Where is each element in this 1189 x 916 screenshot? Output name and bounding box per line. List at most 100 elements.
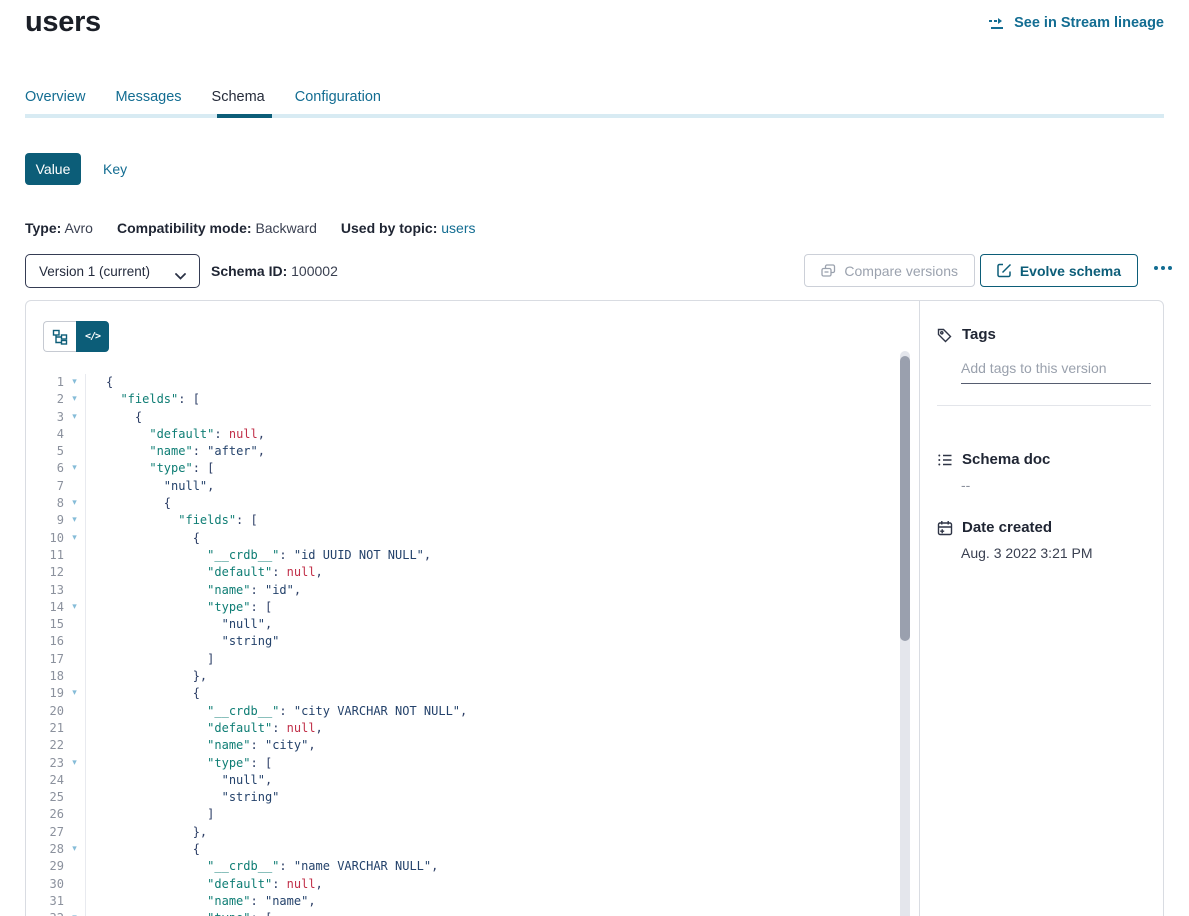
- code-line: 32▾ "type": [: [26, 910, 873, 916]
- line-number: 5: [26, 443, 64, 460]
- value-toggle-button[interactable]: Value: [25, 153, 81, 185]
- topic-link[interactable]: users: [441, 220, 475, 236]
- line-number: 18: [26, 668, 64, 685]
- editor-view-toggle: </>: [43, 321, 109, 352]
- code-text: "default": null,: [85, 564, 873, 581]
- line-number: 27: [26, 824, 64, 841]
- code-line: 19▾ {: [26, 685, 873, 702]
- fold-toggle-icon[interactable]: ▾: [64, 755, 85, 772]
- line-number: 13: [26, 582, 64, 599]
- fold-toggle-icon: [64, 789, 85, 806]
- code-text: ]: [85, 806, 873, 823]
- line-number: 20: [26, 703, 64, 720]
- date-created-value: Aug. 3 2022 3:21 PM: [961, 545, 1093, 561]
- line-number: 8: [26, 495, 64, 512]
- list-icon: [937, 452, 953, 468]
- schema-doc-value: --: [961, 477, 970, 493]
- editor-scrollbar-track[interactable]: [900, 351, 910, 916]
- used-by-topic-meta: Used by topic: users: [341, 220, 476, 236]
- code-line: 14▾ "type": [: [26, 599, 873, 616]
- code-text: {: [85, 495, 873, 512]
- tab-schema[interactable]: Schema: [212, 89, 265, 111]
- line-number: 22: [26, 737, 64, 754]
- code-line: 21 "default": null,: [26, 720, 873, 737]
- code-line: 6▾ "type": [: [26, 460, 873, 477]
- version-select[interactable]: Version 1 (current): [25, 254, 200, 288]
- code-text: "name": "city",: [85, 737, 873, 754]
- code-line: 20 "__crdb__": "city VARCHAR NOT NULL",: [26, 703, 873, 720]
- code-text: "type": [: [85, 755, 873, 772]
- fold-toggle-icon[interactable]: ▾: [64, 374, 85, 391]
- code-text: "default": null,: [85, 876, 873, 893]
- code-text: "default": null,: [85, 720, 873, 737]
- fold-toggle-icon[interactable]: ▾: [64, 409, 85, 426]
- line-number: 14: [26, 599, 64, 616]
- line-number: 15: [26, 616, 64, 633]
- line-number: 1: [26, 374, 64, 391]
- tab-configuration[interactable]: Configuration: [295, 89, 381, 111]
- fold-toggle-icon[interactable]: ▾: [64, 391, 85, 408]
- tags-section-header: Tags: [937, 326, 996, 343]
- see-in-stream-lineage-link[interactable]: See in Stream lineage: [988, 15, 1164, 31]
- add-tags-input[interactable]: [961, 356, 1151, 384]
- line-number: 3: [26, 409, 64, 426]
- code-text: "null",: [85, 772, 873, 789]
- schema-doc-section-header: Schema doc: [937, 451, 1050, 468]
- code-text: "null",: [85, 478, 873, 495]
- more-options-button[interactable]: [1154, 262, 1172, 274]
- fold-toggle-icon[interactable]: ▾: [64, 599, 85, 616]
- code-line: 5 "name": "after",: [26, 443, 873, 460]
- code-text: "default": null,: [85, 426, 873, 443]
- tab-bar: Overview Messages Schema Configuration: [25, 89, 381, 111]
- code-text: {: [85, 409, 873, 426]
- code-line: 27 },: [26, 824, 873, 841]
- line-number: 31: [26, 893, 64, 910]
- code-text: "string": [85, 633, 873, 650]
- fold-toggle-icon[interactable]: ▾: [64, 495, 85, 512]
- fold-toggle-icon: [64, 547, 85, 564]
- tab-overview[interactable]: Overview: [25, 89, 85, 111]
- sidebar-divider: [937, 405, 1151, 406]
- code-line: 15 "null",: [26, 616, 873, 633]
- fold-toggle-icon: [64, 824, 85, 841]
- code-line: 8▾ {: [26, 495, 873, 512]
- line-number: 25: [26, 789, 64, 806]
- code-view-button[interactable]: </>: [76, 321, 109, 352]
- key-toggle-button[interactable]: Key: [103, 161, 127, 177]
- line-number: 21: [26, 720, 64, 737]
- schema-id: Schema ID: 100002: [211, 263, 338, 279]
- fold-toggle-icon[interactable]: ▾: [64, 530, 85, 547]
- evolve-schema-button[interactable]: Evolve schema: [980, 254, 1138, 287]
- chevron-down-icon: [175, 268, 186, 275]
- fold-toggle-icon: [64, 737, 85, 754]
- tree-view-button[interactable]: [43, 321, 76, 352]
- code-text: "name": "after",: [85, 443, 873, 460]
- calendar-icon: [937, 520, 953, 536]
- line-number: 4: [26, 426, 64, 443]
- fold-toggle-icon[interactable]: ▾: [64, 841, 85, 858]
- code-text: "fields": [: [85, 391, 873, 408]
- tab-messages[interactable]: Messages: [115, 89, 181, 111]
- compatibility-meta: Compatibility mode: Backward: [117, 220, 317, 236]
- fold-toggle-icon[interactable]: ▾: [64, 910, 85, 916]
- compare-versions-button[interactable]: Compare versions: [804, 254, 975, 287]
- fold-toggle-icon[interactable]: ▾: [64, 460, 85, 477]
- code-text: "__crdb__": "city VARCHAR NOT NULL",: [85, 703, 873, 720]
- code-text: "type": [: [85, 599, 873, 616]
- line-number: 2: [26, 391, 64, 408]
- code-line: 1▾{: [26, 374, 873, 391]
- code-text: "fields": [: [85, 512, 873, 529]
- fold-toggle-icon: [64, 478, 85, 495]
- code-text: "type": [: [85, 460, 873, 477]
- fold-toggle-icon: [64, 720, 85, 737]
- code-text: "name": "name",: [85, 893, 873, 910]
- code-text: ]: [85, 651, 873, 668]
- code-line: 13 "name": "id",: [26, 582, 873, 599]
- fold-toggle-icon[interactable]: ▾: [64, 512, 85, 529]
- editor-scrollbar-thumb[interactable]: [900, 356, 910, 641]
- fold-toggle-icon[interactable]: ▾: [64, 685, 85, 702]
- schema-code-editor[interactable]: 1▾{2▾ "fields": [3▾ {4 "default": null,5…: [26, 374, 873, 916]
- code-text: "__crdb__": "id UUID NOT NULL",: [85, 547, 873, 564]
- code-line: 26 ]: [26, 806, 873, 823]
- code-line: 22 "name": "city",: [26, 737, 873, 754]
